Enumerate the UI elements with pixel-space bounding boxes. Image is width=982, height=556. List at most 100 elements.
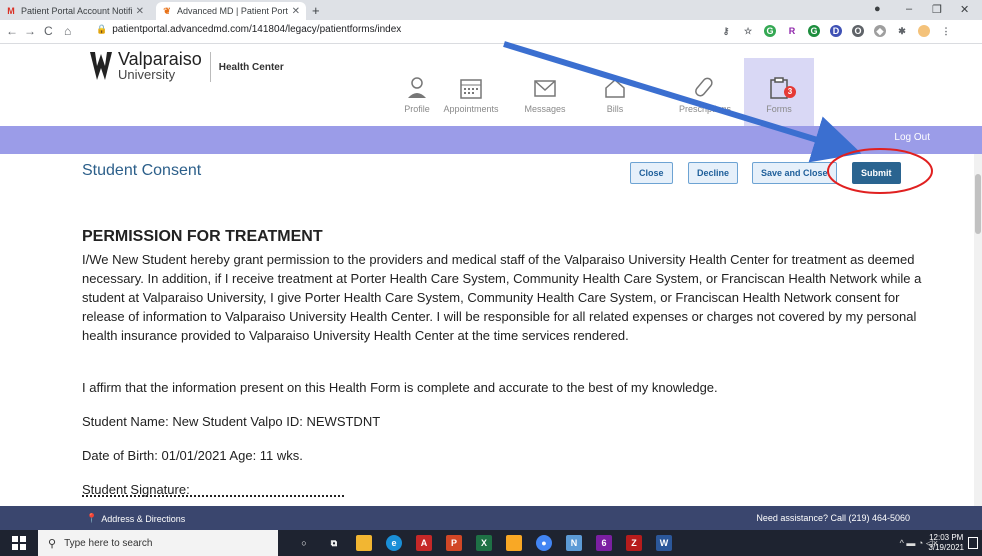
nav-label: Forms xyxy=(766,104,792,114)
signature-field[interactable] xyxy=(82,495,344,497)
clock-date: 3/19/2021 xyxy=(928,543,964,552)
map-pin-icon: 📍 xyxy=(86,513,98,523)
top-action-bar: Log Out xyxy=(0,126,982,154)
nav-prescriptions[interactable]: Prescriptions xyxy=(670,76,740,126)
star-icon[interactable]: ☆ xyxy=(742,25,754,37)
university-logo[interactable]: Valparaiso University Health Center xyxy=(88,50,284,82)
scrollbar[interactable] xyxy=(974,154,982,506)
taskbar-search-placeholder: Type here to search xyxy=(64,537,153,549)
network-app-icon[interactable]: N xyxy=(566,535,582,551)
page-footer: 📍 Address & Directions Need assistance? … xyxy=(0,506,982,530)
house-icon xyxy=(605,78,625,98)
taskbar-search[interactable]: ⚲ Type here to search xyxy=(38,530,278,556)
edge-icon[interactable]: e xyxy=(386,535,402,551)
key-icon[interactable]: ⚷ xyxy=(720,25,732,37)
tab-title: Patient Portal Account Notificatio xyxy=(21,6,132,16)
close-button-wrap: Close xyxy=(630,162,673,184)
avatar[interactable] xyxy=(918,25,930,37)
lock-icon: 🔒 xyxy=(96,24,108,34)
close-button[interactable]: Close xyxy=(630,162,673,184)
forward-icon[interactable]: → xyxy=(24,24,36,38)
scroll-thumb[interactable] xyxy=(975,174,981,234)
word-icon[interactable]: W xyxy=(656,535,672,551)
extension-toolbar: ⚷ ☆ G R G D O ◆ ✱ ⋮ xyxy=(720,25,952,37)
windows-start-icon[interactable] xyxy=(12,536,26,550)
save-and-close-button[interactable]: Save and Close xyxy=(752,162,837,184)
nav-label: Appointments xyxy=(443,104,499,114)
extension-icon[interactable]: G xyxy=(764,25,776,37)
home-icon[interactable]: ⌂ xyxy=(64,24,71,38)
url-field[interactable]: 🔒 patientportal.advancedmd.com/141804/le… xyxy=(96,24,401,35)
browser-tab-portal[interactable]: ❦ Advanced MD | Patient Portal ✕ xyxy=(156,2,306,20)
file-explorer-icon[interactable] xyxy=(356,535,372,551)
close-tab-icon[interactable]: ✕ xyxy=(292,6,300,17)
address-link[interactable]: 📍 Address & Directions xyxy=(86,513,185,524)
windows-taskbar: ⚲ Type here to search ○ ⧉ e A P X ● N 6 … xyxy=(0,530,982,556)
affirm-text: I affirm that the information present on… xyxy=(82,380,718,395)
envelope-icon xyxy=(534,80,556,97)
reload-icon[interactable]: C xyxy=(44,24,53,38)
close-tab-icon[interactable]: ✕ xyxy=(136,6,144,17)
dob-line: Date of Birth: 01/01/2021 Age: 11 wks. xyxy=(82,448,303,463)
logo-dept: Health Center xyxy=(218,62,284,73)
advancedmd-icon: ❦ xyxy=(163,6,171,16)
form-content: Student Consent Close Decline Save and C… xyxy=(0,154,982,506)
maximize-icon[interactable]: ❐ xyxy=(932,3,942,16)
browser-tab-gmail[interactable]: M Patient Portal Account Notificatio ✕ xyxy=(0,2,150,20)
filezilla-icon[interactable]: Z xyxy=(626,535,642,551)
pill-icon xyxy=(695,77,713,97)
puzzle-icon[interactable]: ✱ xyxy=(896,25,908,37)
nav-label: Messages xyxy=(524,104,566,114)
extension-icon[interactable]: R xyxy=(786,25,798,37)
logo-sub: University xyxy=(118,67,176,82)
search-icon: ⚲ xyxy=(48,537,57,550)
back-icon[interactable]: ← xyxy=(6,24,18,38)
address-label: Address & Directions xyxy=(101,513,186,524)
nav-appointments[interactable]: Appointments xyxy=(436,76,506,126)
close-window-icon[interactable]: ✕ xyxy=(960,3,969,16)
nav-messages[interactable]: Messages xyxy=(510,76,580,126)
logout-link[interactable]: Log Out xyxy=(894,132,930,143)
assistance-text: Need assistance? Call (219) 464-5060 xyxy=(756,513,910,523)
app-icon[interactable]: 6 xyxy=(596,535,612,551)
cortana-icon[interactable]: ○ xyxy=(296,535,312,551)
excel-icon[interactable]: X xyxy=(476,535,492,551)
task-view-icon[interactable]: ⧉ xyxy=(326,535,342,551)
calendar-icon xyxy=(460,79,482,99)
decline-button-wrap: Decline xyxy=(688,162,739,184)
profile-icon[interactable]: ● xyxy=(874,3,881,15)
menu-icon[interactable]: ⋮ xyxy=(940,25,952,37)
decline-button[interactable]: Decline xyxy=(688,162,739,184)
nav-forms[interactable]: 3 Forms xyxy=(744,58,814,126)
clock-time: 12:03 PM xyxy=(929,533,964,542)
powerpoint-icon[interactable]: P xyxy=(446,535,462,551)
logo-name: Valparaiso xyxy=(118,49,202,69)
minimize-icon[interactable]: – xyxy=(906,3,912,15)
extension-icon[interactable]: D xyxy=(830,25,842,37)
submit-button[interactable]: Submit xyxy=(852,162,901,184)
person-icon xyxy=(408,77,426,98)
extension-icon[interactable]: G xyxy=(808,25,820,37)
notification-icon[interactable] xyxy=(968,537,978,549)
submit-button-wrap: Submit xyxy=(852,162,901,184)
gmail-icon: M xyxy=(7,6,15,16)
extension-icon[interactable]: O xyxy=(852,25,864,37)
section-heading: PERMISSION FOR TREATMENT xyxy=(82,228,323,245)
page-title: Student Consent xyxy=(82,162,202,179)
sticky-notes-icon[interactable] xyxy=(506,535,522,551)
acrobat-icon[interactable]: A xyxy=(416,535,432,551)
student-name-line: Student Name: New Student Valpo ID: NEWS… xyxy=(82,414,381,429)
nav-label: Prescriptions xyxy=(678,104,732,114)
forms-count-badge: 3 xyxy=(784,86,796,98)
taskbar-clock[interactable]: 12:03 PM 3/19/2021 xyxy=(928,533,964,553)
logo-divider xyxy=(209,52,211,82)
extension-icon[interactable]: ◆ xyxy=(874,25,886,37)
nav-bills[interactable]: Bills xyxy=(580,76,650,126)
new-tab-button[interactable]: + xyxy=(312,3,320,18)
consent-document: PERMISSION FOR TREATMENT I/We New Studen… xyxy=(82,228,922,497)
valpo-logo-icon xyxy=(90,52,112,80)
address-bar: ← → C ⌂ 🔒 patientportal.advancedmd.com/1… xyxy=(0,20,982,44)
tab-title: Advanced MD | Patient Portal xyxy=(177,6,288,16)
chrome-icon[interactable]: ● xyxy=(536,535,552,551)
save-close-button-wrap: Save and Close xyxy=(752,162,837,184)
